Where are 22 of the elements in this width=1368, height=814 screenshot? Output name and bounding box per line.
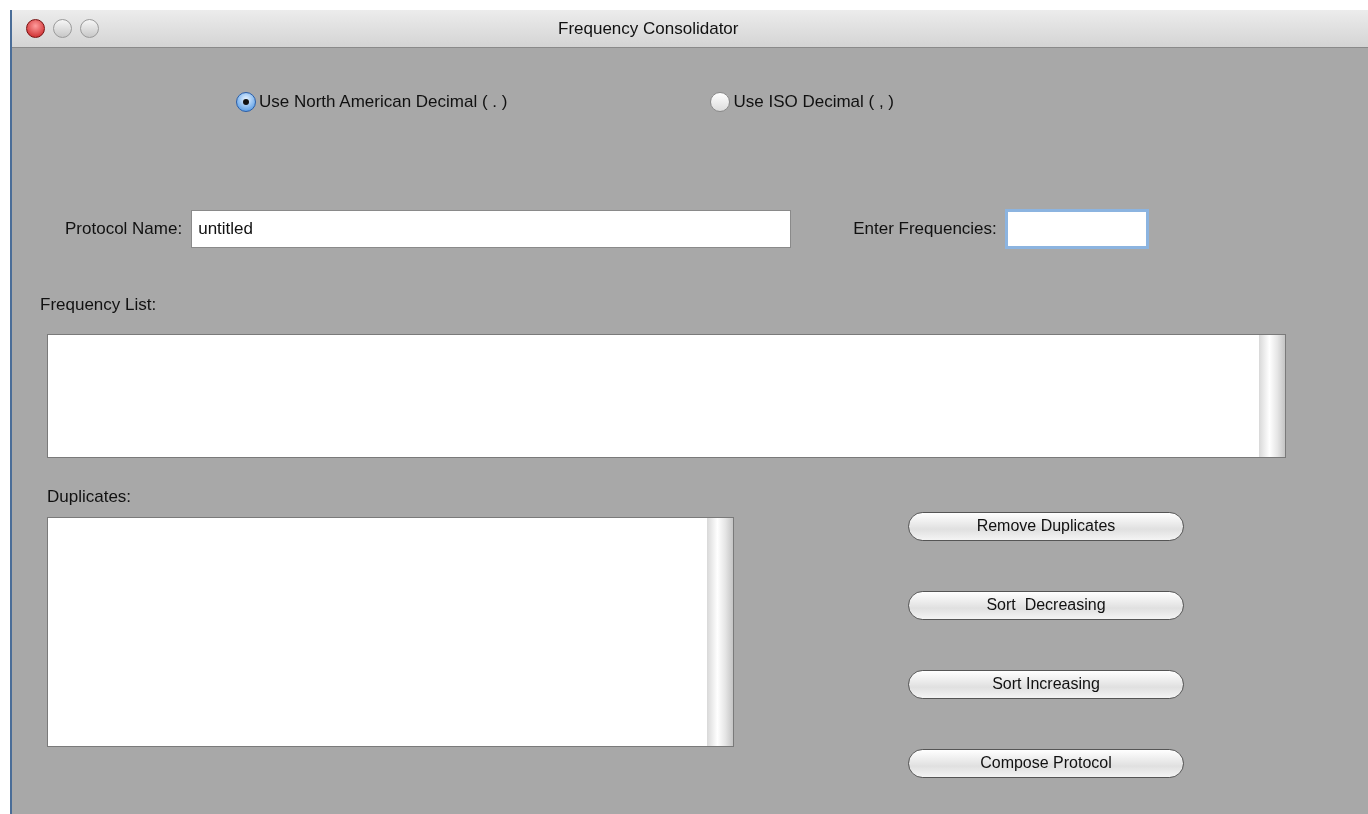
- field-label: Protocol Name:: [65, 218, 183, 241]
- field-label: Enter Frequencies:: [853, 218, 997, 241]
- list-box[interactable]: [47, 333, 1286, 458]
- list-box[interactable]: [47, 517, 734, 747]
- section-label: Duplicates:: [47, 485, 133, 508]
- window-title: Frequency Consolidator: [558, 17, 739, 40]
- scrollbar-track[interactable]: [707, 518, 733, 746]
- scrollbar-track[interactable]: [1259, 334, 1285, 457]
- action-button[interactable]: Sort Increasing: [908, 669, 1184, 699]
- section-label: Frequency List:: [40, 294, 158, 316]
- radio-label: Use North American Decimal ( . ): [259, 91, 508, 113]
- minimize-button[interactable]: [53, 19, 72, 38]
- frequency-input-field[interactable]: [1004, 209, 1149, 249]
- zoom-button[interactable]: [80, 19, 99, 38]
- action-button[interactable]: Sort Decreasing: [908, 590, 1184, 620]
- action-button[interactable]: Compose Protocol: [908, 748, 1184, 778]
- radio-button[interactable]: [236, 91, 256, 112]
- radio-button[interactable]: [710, 91, 731, 112]
- action-button[interactable]: Remove Duplicates: [908, 511, 1184, 541]
- close-button[interactable]: [26, 19, 45, 38]
- protocol-name-field[interactable]: untitled: [191, 210, 792, 248]
- radio-label: Use ISO Decimal ( , ): [733, 91, 895, 113]
